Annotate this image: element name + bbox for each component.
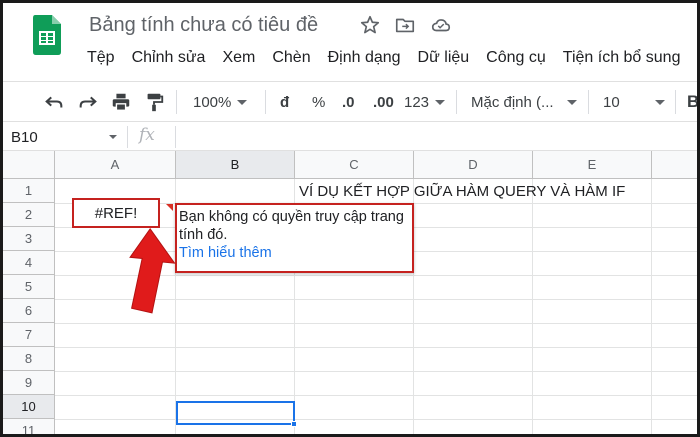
learn-more-link[interactable]: Tìm hiểu thêm: [179, 244, 410, 262]
row-header-10[interactable]: 10: [3, 395, 55, 419]
decrease-decimal-button[interactable]: .0: [342, 91, 355, 113]
fill-handle[interactable]: [291, 421, 297, 427]
error-tooltip: Bạn không có quyền truy cập trang tính đ…: [175, 203, 414, 273]
cloud-status-icon[interactable]: [430, 14, 452, 36]
fx-icon: fx: [139, 125, 155, 145]
column-header-d[interactable]: D: [414, 151, 533, 179]
annotation-arrow-icon: [129, 227, 176, 314]
row-header-6[interactable]: 6: [3, 299, 55, 323]
move-to-folder-icon[interactable]: [394, 14, 416, 36]
row-header-11[interactable]: 11: [3, 419, 55, 434]
formula-bar: B10 fx: [3, 121, 697, 151]
menu-view[interactable]: Xem: [222, 49, 255, 67]
row-header-9[interactable]: 9: [3, 371, 55, 395]
error-message-line-2: tính đó.: [179, 227, 228, 243]
formula-input[interactable]: [183, 128, 683, 146]
column-header-e[interactable]: E: [533, 151, 652, 179]
zoom-value: 100%: [193, 93, 232, 111]
error-message-line-1: Bạn không có quyền truy cập trang: [179, 209, 404, 225]
menu-bar: Tệp Chỉnh sửa Xem Chèn Định dạng Dữ liệu…: [87, 49, 697, 67]
row-header-4[interactable]: 4: [3, 251, 55, 275]
row-header-5[interactable]: 5: [3, 275, 55, 299]
print-icon[interactable]: [110, 91, 132, 113]
menu-edit[interactable]: Chỉnh sửa: [132, 49, 206, 67]
paint-format-icon[interactable]: [143, 91, 165, 113]
row-header-3[interactable]: 3: [3, 227, 55, 251]
cell-c1[interactable]: VÍ DỤ KẾT HỢP GIỮA HÀM QUERY VÀ HÀM IF: [299, 183, 625, 200]
toolbar: 100% đ % .0 .00 123 Mặc định (... 10 B: [3, 81, 697, 121]
header: Bảng tính chưa có tiêu đề Tệp Chỉnh sửa …: [3, 3, 697, 77]
font-size-select[interactable]: 10: [603, 91, 665, 113]
column-header-a[interactable]: A: [55, 151, 176, 179]
font-size-value: 10: [603, 93, 620, 111]
name-box[interactable]: B10: [11, 129, 38, 146]
sheets-logo-icon[interactable]: [33, 15, 61, 55]
bold-button[interactable]: B: [687, 91, 697, 113]
spreadsheet-grid: A B C D E 1 2 3 4 5 6 7 8 9 10 11 VÍ DỤ …: [3, 151, 697, 434]
font-label: Mặc định (...: [471, 93, 554, 111]
zoom-select[interactable]: 100%: [193, 91, 248, 113]
app-window: Bảng tính chưa có tiêu đề Tệp Chỉnh sửa …: [0, 0, 700, 437]
undo-icon[interactable]: [43, 91, 65, 113]
menu-file[interactable]: Tệp: [87, 49, 115, 67]
more-formats-select[interactable]: 123: [404, 91, 446, 113]
error-indicator-icon: [166, 204, 173, 211]
cell-a2-ref-error[interactable]: #REF!: [72, 198, 160, 228]
more-formats-label: 123: [404, 93, 430, 111]
document-title[interactable]: Bảng tính chưa có tiêu đề: [89, 14, 318, 37]
row-header-1[interactable]: 1: [3, 179, 55, 203]
menu-addons[interactable]: Tiện ích bổ sung: [563, 49, 681, 67]
increase-decimal-button[interactable]: .00: [373, 91, 394, 113]
menu-insert[interactable]: Chèn: [272, 49, 310, 67]
menu-data[interactable]: Dữ liệu: [418, 49, 470, 67]
name-box-caret-icon[interactable]: [109, 135, 117, 139]
select-all-corner[interactable]: [3, 151, 55, 179]
column-header-c[interactable]: C: [295, 151, 414, 179]
currency-format-button[interactable]: đ: [280, 91, 289, 113]
star-icon[interactable]: [359, 14, 381, 36]
row-header-2[interactable]: 2: [3, 203, 55, 227]
menu-format[interactable]: Định dạng: [328, 49, 401, 67]
font-select[interactable]: Mặc định (...: [471, 91, 577, 113]
percent-format-button[interactable]: %: [312, 91, 325, 113]
row-header-8[interactable]: 8: [3, 347, 55, 371]
column-header-f[interactable]: [652, 151, 697, 179]
selected-cell-b10[interactable]: [176, 401, 295, 425]
redo-icon[interactable]: [77, 91, 99, 113]
column-header-b[interactable]: B: [176, 151, 295, 179]
row-header-7[interactable]: 7: [3, 323, 55, 347]
menu-tools[interactable]: Công cụ: [486, 49, 546, 67]
